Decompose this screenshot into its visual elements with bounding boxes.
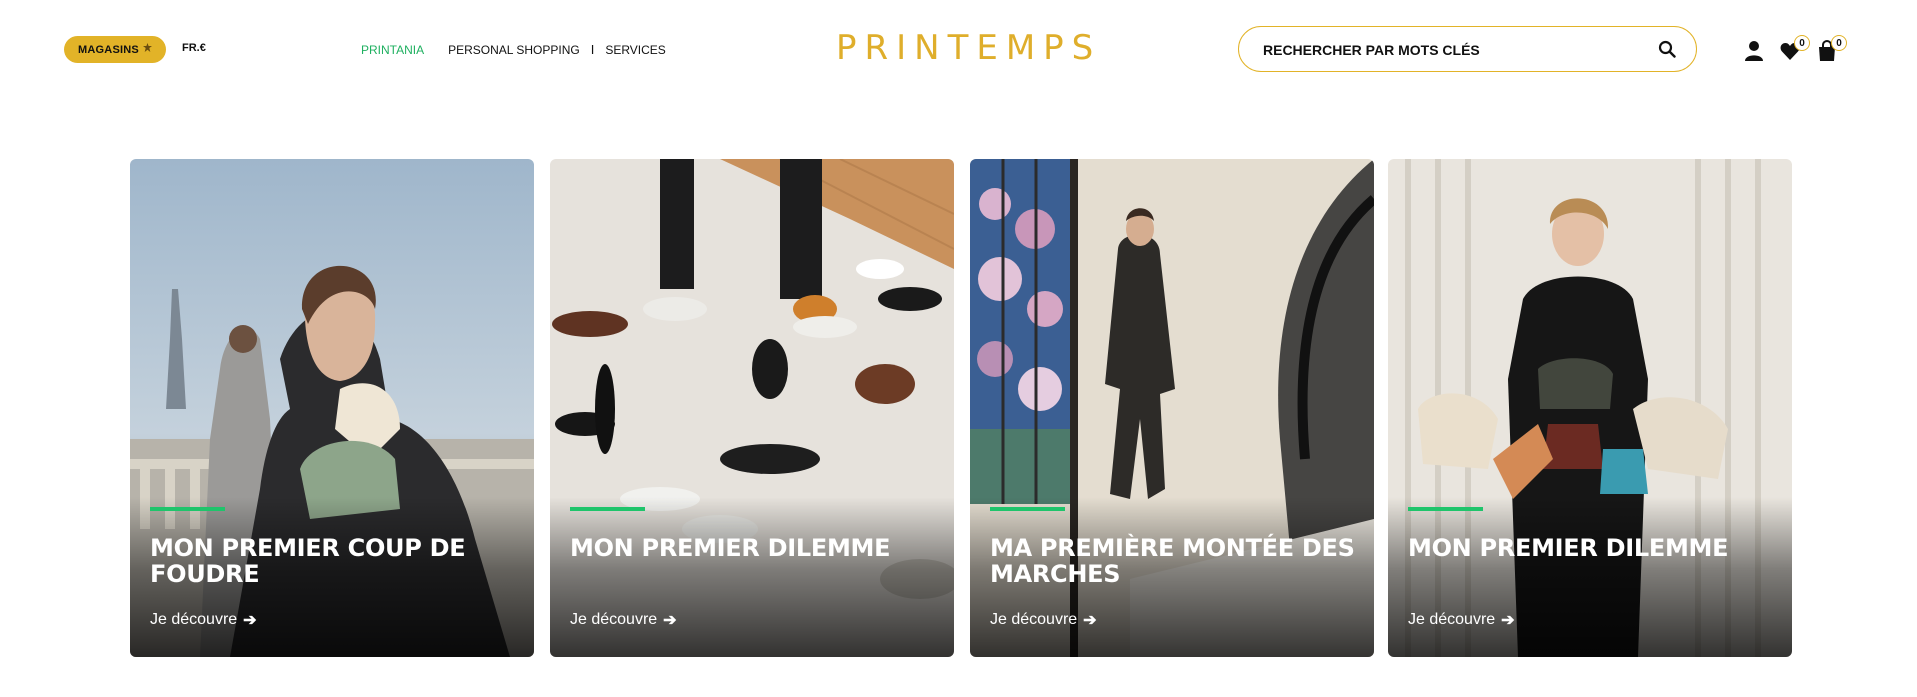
nav-item-personal-shopping[interactable]: PERSONAL SHOPPING: [448, 43, 580, 57]
card-cta-link[interactable]: Je découvre ➔: [1408, 610, 1515, 630]
card-coup-de-foudre[interactable]: MON PREMIER COUP DE FOUDRE Je découvre ➔: [130, 159, 534, 657]
site-header: MAGASINS FR.€ PRINTANIA PERSONAL SHOPPIN…: [0, 0, 1917, 100]
search-icon[interactable]: [1658, 40, 1676, 58]
editorial-cards: MON PREMIER COUP DE FOUDRE Je découvre ➔: [130, 159, 1792, 657]
arrow-right-icon: ➔: [1083, 612, 1097, 629]
main-nav: PRINTANIA PERSONAL SHOPPING I SERVICES: [361, 42, 666, 57]
card-overlay: [550, 497, 954, 657]
nav-item-services[interactable]: SERVICES: [605, 43, 665, 57]
card-cta-link[interactable]: Je découvre ➔: [150, 610, 257, 630]
arrow-right-icon: ➔: [663, 612, 677, 629]
search-input[interactable]: [1263, 39, 1643, 61]
card-cta-link[interactable]: Je découvre ➔: [990, 610, 1097, 630]
card-premier-dilemme[interactable]: MON PREMIER DILEMME Je découvre ➔: [550, 159, 954, 657]
card-title: MON PREMIER DILEMME: [570, 534, 891, 562]
stores-button[interactable]: MAGASINS: [64, 36, 166, 63]
cta-label: Je découvre: [1408, 611, 1496, 628]
nav-separator: I: [590, 42, 595, 57]
arrow-right-icon: ➔: [1501, 612, 1515, 629]
cart-count-badge: 0: [1831, 35, 1847, 51]
cta-label: Je découvre: [570, 611, 658, 628]
arrow-right-icon: ➔: [243, 612, 257, 629]
card-montee-des-marches[interactable]: MA PREMIÈRE MONTÉE DES MARCHES Je découv…: [970, 159, 1374, 657]
pin-icon: [142, 43, 152, 56]
wishlist-count-badge: 0: [1794, 35, 1810, 51]
search-bar: [1238, 26, 1697, 72]
card-title: MON PREMIER DILEMME: [1408, 534, 1729, 562]
accent-bar: [570, 507, 645, 511]
language-selector[interactable]: FR.€: [182, 42, 206, 54]
cta-label: Je découvre: [150, 611, 238, 628]
printemps-logo[interactable]: PRINTEMPS: [836, 28, 1093, 68]
card-overlay: [1388, 497, 1792, 657]
accent-bar: [1408, 507, 1483, 511]
accent-bar: [990, 507, 1065, 511]
card-premier-dilemme-2[interactable]: MON PREMIER DILEMME Je découvre ➔: [1388, 159, 1792, 657]
card-title: MA PREMIÈRE MONTÉE DES MARCHES: [990, 534, 1355, 588]
stores-label: MAGASINS: [78, 43, 139, 56]
accent-bar: [150, 507, 225, 511]
card-cta-link[interactable]: Je découvre ➔: [570, 610, 677, 630]
user-icon[interactable]: [1744, 40, 1764, 62]
card-title: MON PREMIER COUP DE FOUDRE: [150, 534, 466, 588]
cta-label: Je découvre: [990, 611, 1078, 628]
nav-item-printania[interactable]: PRINTANIA: [361, 43, 424, 57]
